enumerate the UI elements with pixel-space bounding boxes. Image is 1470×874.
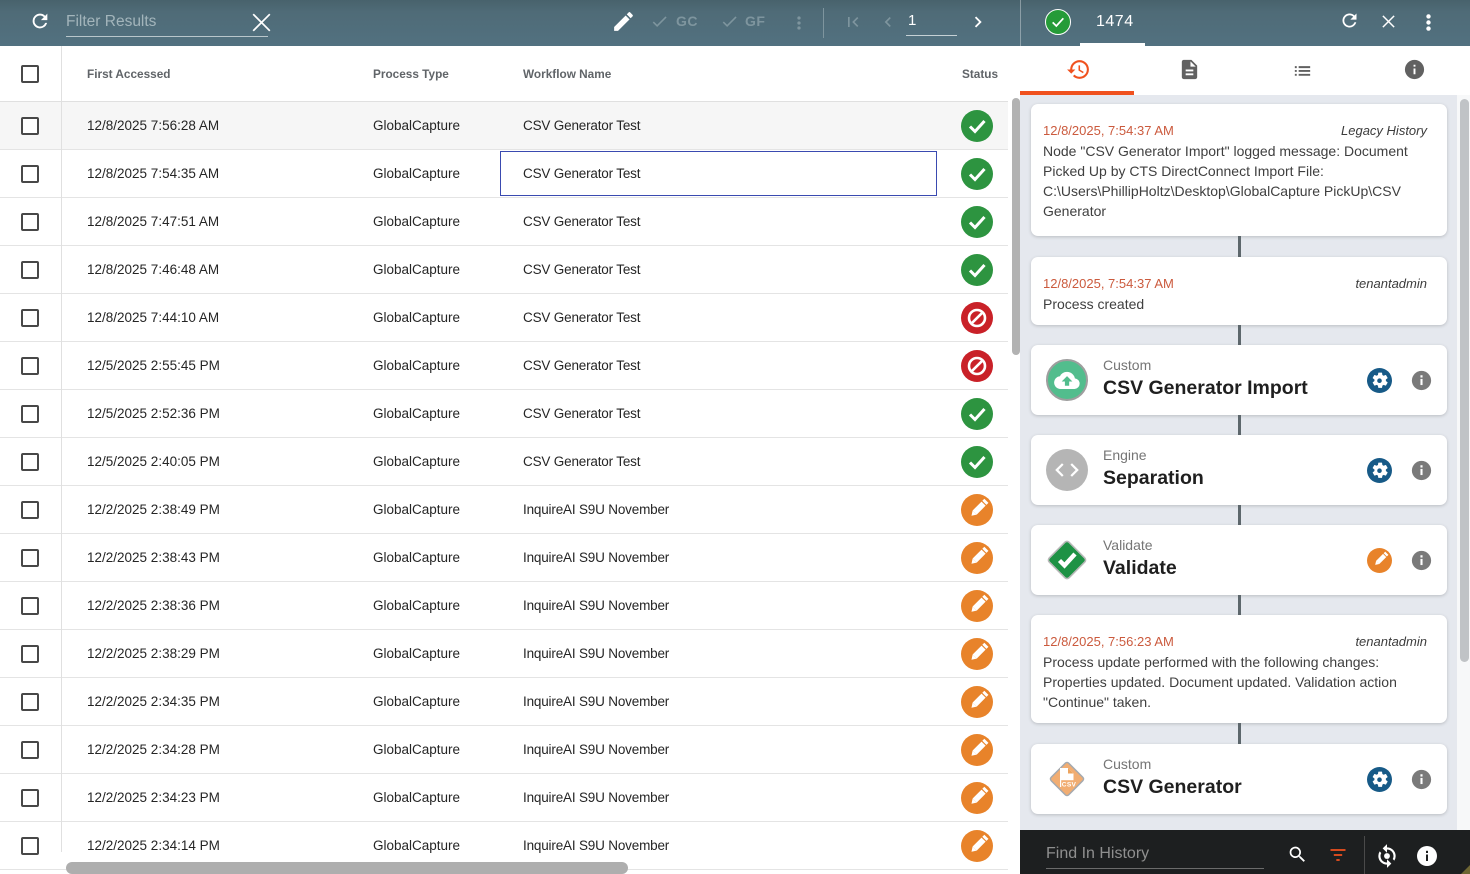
svg-text:CSV: CSV [1062, 781, 1077, 788]
